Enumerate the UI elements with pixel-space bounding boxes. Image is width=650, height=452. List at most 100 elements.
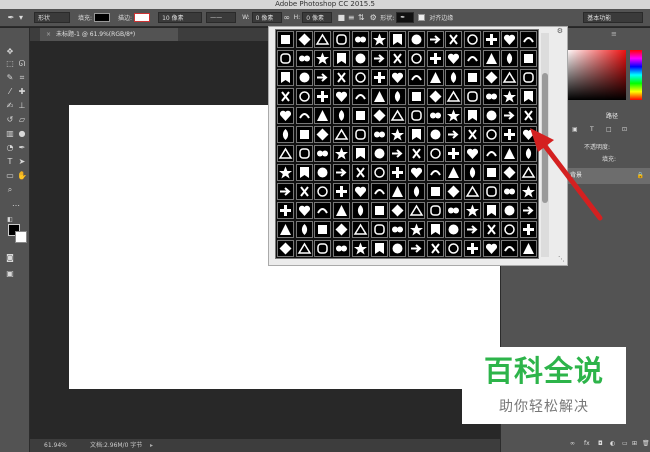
shape-preset[interactable] — [482, 164, 500, 181]
shape-preset[interactable] — [351, 145, 369, 162]
shape-preset[interactable] — [445, 221, 463, 238]
shape-preset[interactable] — [464, 88, 481, 105]
shape-preset[interactable] — [407, 202, 425, 219]
workspace-select[interactable]: 基本功能 — [583, 12, 644, 23]
height-field[interactable]: 0 像素 — [302, 12, 333, 23]
shape-preset[interactable] — [333, 31, 351, 48]
shape-preset[interactable] — [351, 107, 369, 124]
shape-preset[interactable] — [407, 31, 425, 48]
shape-preset[interactable] — [370, 145, 388, 162]
eyedropper-icon[interactable]: ⁄ — [4, 86, 16, 97]
path-select-icon[interactable]: ➤ — [16, 156, 28, 167]
shape-tool-icon[interactable]: ▭ — [4, 170, 16, 181]
close-icon[interactable]: × — [46, 31, 51, 38]
shape-preset[interactable] — [314, 69, 332, 86]
shape-preset[interactable] — [333, 126, 351, 143]
shape-preset[interactable] — [464, 107, 481, 124]
fx-icon[interactable]: fx — [584, 440, 590, 447]
shape-preset[interactable] — [295, 221, 313, 238]
shape-preset[interactable] — [426, 69, 444, 86]
shape-preset[interactable] — [464, 69, 481, 86]
shape-preset[interactable] — [314, 126, 332, 143]
default-colors-icon[interactable]: ◧ — [4, 214, 16, 225]
status-menu-icon[interactable]: ▸ — [150, 439, 153, 452]
shape-preset[interactable] — [520, 50, 538, 67]
shape-preset[interactable] — [520, 126, 538, 143]
shape-preset[interactable] — [314, 221, 332, 238]
shape-preset[interactable] — [389, 50, 407, 67]
shape-preset[interactable] — [277, 183, 294, 200]
shape-preset[interactable] — [426, 107, 444, 124]
blur-tool-icon[interactable]: ● — [16, 128, 28, 139]
shape-preset[interactable] — [277, 145, 294, 162]
brush-tool-icon[interactable]: ✍ — [4, 100, 16, 111]
shape-preset[interactable] — [407, 221, 425, 238]
shape-preset[interactable] — [333, 69, 351, 86]
hue-slider[interactable] — [630, 50, 642, 100]
shape-preset[interactable] — [333, 202, 351, 219]
shape-preset[interactable] — [333, 107, 351, 124]
link-icon[interactable]: ∞ — [282, 13, 292, 23]
shape-preset[interactable] — [389, 145, 407, 162]
shape-preset[interactable] — [389, 183, 407, 200]
shape-preset[interactable] — [351, 31, 369, 48]
shape-preset[interactable] — [314, 31, 332, 48]
shape-preset[interactable] — [295, 88, 313, 105]
shape-preset[interactable] — [277, 107, 294, 124]
path-operations-icon[interactable]: ■ — [336, 13, 346, 23]
shape-preset[interactable] — [520, 107, 538, 124]
shape-preset[interactable] — [295, 69, 313, 86]
shape-preset[interactable] — [351, 221, 369, 238]
new-layer-icon[interactable]: ⊞ — [632, 440, 637, 447]
shape-preset[interactable] — [314, 145, 332, 162]
shape-preset[interactable] — [501, 202, 519, 219]
shape-preset[interactable] — [426, 50, 444, 67]
shape-preset[interactable] — [464, 183, 481, 200]
shape-preset[interactable] — [314, 202, 332, 219]
shape-preset[interactable] — [445, 183, 463, 200]
lasso-tool-icon[interactable]: ᘏ — [16, 58, 28, 69]
shape-preset[interactable] — [482, 183, 500, 200]
shape-preset[interactable] — [333, 183, 351, 200]
shape-preset[interactable] — [314, 88, 332, 105]
shape-preset[interactable] — [520, 145, 538, 162]
shape-preset[interactable] — [295, 202, 313, 219]
shape-preset[interactable] — [295, 31, 313, 48]
shape-preset[interactable] — [389, 88, 407, 105]
shape-preset[interactable] — [295, 50, 313, 67]
stroke-width-field[interactable]: 10 像素 — [158, 12, 203, 23]
shape-preset[interactable] — [333, 50, 351, 67]
shape-preset[interactable] — [464, 31, 481, 48]
shape-preset[interactable] — [501, 69, 519, 86]
shape-preset[interactable] — [314, 164, 332, 181]
shape-preset[interactable] — [426, 88, 444, 105]
path-alignment-icon[interactable]: ≡ — [346, 13, 356, 23]
link-layers-icon[interactable]: ∞ — [570, 440, 575, 447]
panel-menu-icon[interactable]: ≡ — [611, 30, 617, 38]
shape-preset[interactable] — [482, 69, 500, 86]
shape-preset[interactable] — [314, 50, 332, 67]
path-arrangement-icon[interactable]: ⇅ — [356, 13, 366, 23]
gradient-tool-icon[interactable]: ▥ — [4, 128, 16, 139]
shape-preset[interactable] — [520, 221, 538, 238]
shape-preset[interactable] — [482, 31, 500, 48]
shape-preset[interactable] — [407, 183, 425, 200]
shape-preset[interactable] — [351, 126, 369, 143]
picker-scrollbar[interactable] — [541, 33, 549, 257]
chevron-down-icon[interactable]: ▾ — [16, 13, 26, 23]
shape-preset[interactable] — [333, 145, 351, 162]
shape-preset[interactable] — [389, 202, 407, 219]
layer-filter-icon[interactable]: ▣ — [572, 126, 578, 133]
stroke-type-select[interactable]: —— — [206, 12, 237, 23]
adjustment-layer-icon[interactable]: ◐ — [610, 440, 615, 447]
shape-preset[interactable] — [314, 107, 332, 124]
shape-preset[interactable] — [295, 240, 313, 257]
shape-preset[interactable] — [351, 69, 369, 86]
shape-preset[interactable] — [277, 221, 294, 238]
shape-preset[interactable] — [370, 69, 388, 86]
shape-preset[interactable] — [295, 107, 313, 124]
shape-preset[interactable] — [277, 31, 294, 48]
shape-preset[interactable] — [426, 145, 444, 162]
shape-preset[interactable] — [464, 221, 481, 238]
crop-tool-icon[interactable]: ⌗ — [16, 72, 28, 83]
